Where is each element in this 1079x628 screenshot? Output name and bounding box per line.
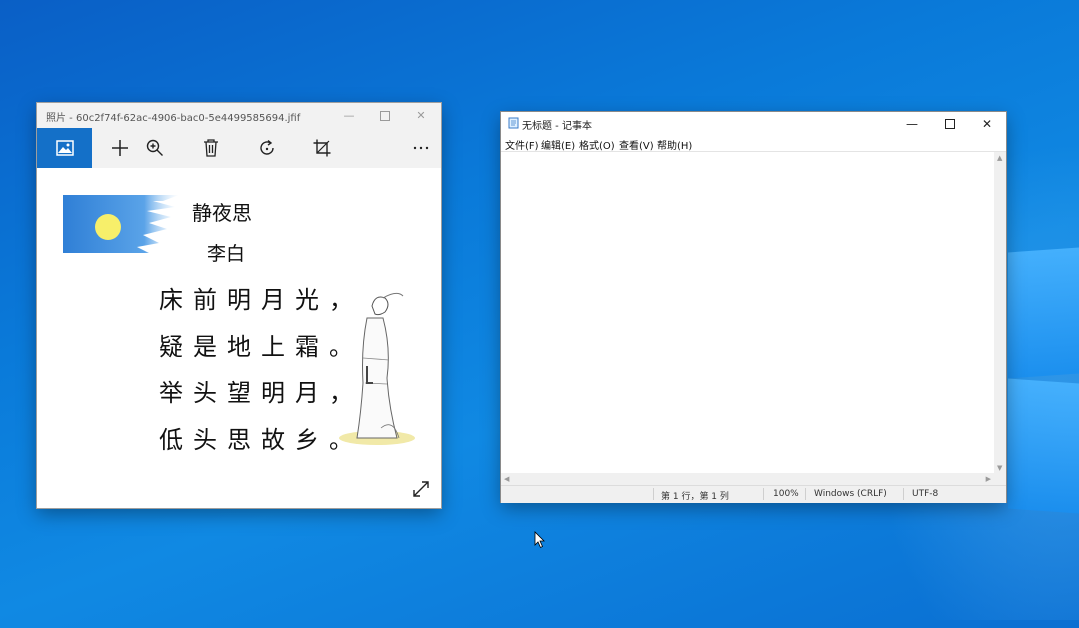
rotate-icon bbox=[260, 139, 274, 155]
maximize-button[interactable] bbox=[367, 103, 403, 128]
menu-format[interactable]: 格式(O) bbox=[579, 137, 615, 152]
ellipsis-icon bbox=[413, 146, 429, 150]
moon-sky-illustration bbox=[63, 195, 179, 253]
status-divider bbox=[903, 488, 904, 500]
expand-icon bbox=[413, 481, 429, 497]
menu-edit[interactable]: 编辑(E) bbox=[541, 137, 575, 152]
status-divider bbox=[653, 488, 654, 500]
vertical-scrollbar[interactable]: ▲ ▼ bbox=[994, 151, 1006, 474]
status-encoding: UTF-8 bbox=[912, 489, 939, 499]
crop-icon bbox=[313, 139, 331, 157]
photos-toolbar bbox=[37, 128, 441, 168]
minimize-button[interactable]: — bbox=[893, 112, 931, 135]
notepad-statusbar: 第 1 行，第 1 列 100% Windows (CRLF) UTF-8 bbox=[501, 485, 1006, 503]
zoom-button[interactable] bbox=[143, 136, 167, 160]
zoom-in-icon bbox=[146, 139, 163, 156]
minimize-icon: — bbox=[343, 109, 355, 122]
status-line-ending: Windows (CRLF) bbox=[814, 489, 887, 499]
maximize-icon bbox=[945, 118, 955, 129]
trash-icon bbox=[204, 139, 218, 157]
notepad-menubar: 文件(F) 编辑(E) 格式(O) 查看(V) 帮助(H) bbox=[501, 135, 1006, 152]
scroll-up-icon[interactable]: ▲ bbox=[997, 154, 1002, 162]
desktop[interactable]: 照片 - 60c2f74f-62ac-4906-bac0-5e449958569… bbox=[0, 0, 1079, 628]
horizontal-scrollbar[interactable]: ◀ ▶ bbox=[501, 473, 994, 485]
close-button[interactable]: ✕ bbox=[968, 112, 1006, 135]
minimize-icon: — bbox=[906, 116, 918, 131]
scroll-right-icon[interactable]: ▶ bbox=[986, 475, 991, 483]
poem-author: 李白 bbox=[207, 243, 246, 265]
more-button[interactable] bbox=[409, 136, 433, 160]
poem-line: 举头望明月， bbox=[159, 379, 363, 407]
maximize-icon bbox=[380, 110, 390, 121]
photos-titlebar[interactable]: 照片 - 60c2f74f-62ac-4906-bac0-5e449958569… bbox=[37, 103, 441, 128]
poem-line: 床前明月光， bbox=[159, 286, 363, 314]
scholar-illustration bbox=[339, 292, 415, 445]
scroll-left-icon[interactable]: ◀ bbox=[504, 475, 509, 483]
delete-button[interactable] bbox=[199, 136, 223, 160]
status-zoom: 100% bbox=[773, 489, 799, 499]
windows-logo-pane bbox=[1008, 378, 1079, 514]
photos-window-title: 照片 - 60c2f74f-62ac-4906-bac0-5e449958569… bbox=[46, 113, 301, 124]
notepad-icon bbox=[508, 117, 519, 129]
close-icon: ✕ bbox=[416, 109, 426, 122]
plus-icon bbox=[112, 140, 128, 156]
menu-file[interactable]: 文件(F) bbox=[505, 137, 539, 152]
notepad-text-area[interactable] bbox=[501, 151, 994, 474]
close-icon: ✕ bbox=[981, 116, 993, 131]
status-position: 第 1 行，第 1 列 bbox=[661, 492, 729, 502]
status-divider bbox=[805, 488, 806, 500]
mouse-cursor-icon bbox=[534, 531, 545, 549]
poem-title: 静夜思 bbox=[192, 201, 252, 225]
status-divider bbox=[763, 488, 764, 500]
notepad-titlebar[interactable]: 无标题 - 记事本 — ✕ bbox=[501, 112, 1006, 135]
fullscreen-button[interactable] bbox=[412, 480, 430, 498]
photos-window[interactable]: 照片 - 60c2f74f-62ac-4906-bac0-5e449958569… bbox=[37, 103, 441, 508]
menu-help[interactable]: 帮助(H) bbox=[657, 137, 692, 152]
resize-grip[interactable] bbox=[994, 473, 1006, 485]
crop-button[interactable] bbox=[310, 136, 334, 160]
image-icon bbox=[55, 140, 74, 156]
minimize-button[interactable]: — bbox=[331, 103, 367, 128]
poem-line: 疑是地上霜。 bbox=[159, 333, 363, 361]
menu-view[interactable]: 查看(V) bbox=[619, 137, 654, 152]
add-button[interactable] bbox=[108, 136, 132, 160]
windows-logo-pane bbox=[1008, 247, 1079, 379]
maximize-button[interactable] bbox=[931, 112, 969, 135]
view-image-button[interactable] bbox=[37, 128, 92, 168]
scroll-down-icon[interactable]: ▼ bbox=[997, 464, 1002, 472]
rotate-button[interactable] bbox=[255, 136, 279, 160]
notepad-window[interactable]: 无标题 - 记事本 — ✕ 文件(F) 编辑(E) 格式(O) 查看(V) 帮助… bbox=[501, 112, 1006, 503]
photo-viewer[interactable]: 静夜思 李白 床前明月光， 疑是地上霜。 举头望明月， 低头思故乡。 bbox=[37, 168, 441, 508]
close-button[interactable]: ✕ bbox=[403, 103, 439, 128]
notepad-window-title: 无标题 - 记事本 bbox=[522, 121, 592, 132]
poem-line: 低头思故乡。 bbox=[159, 426, 363, 454]
